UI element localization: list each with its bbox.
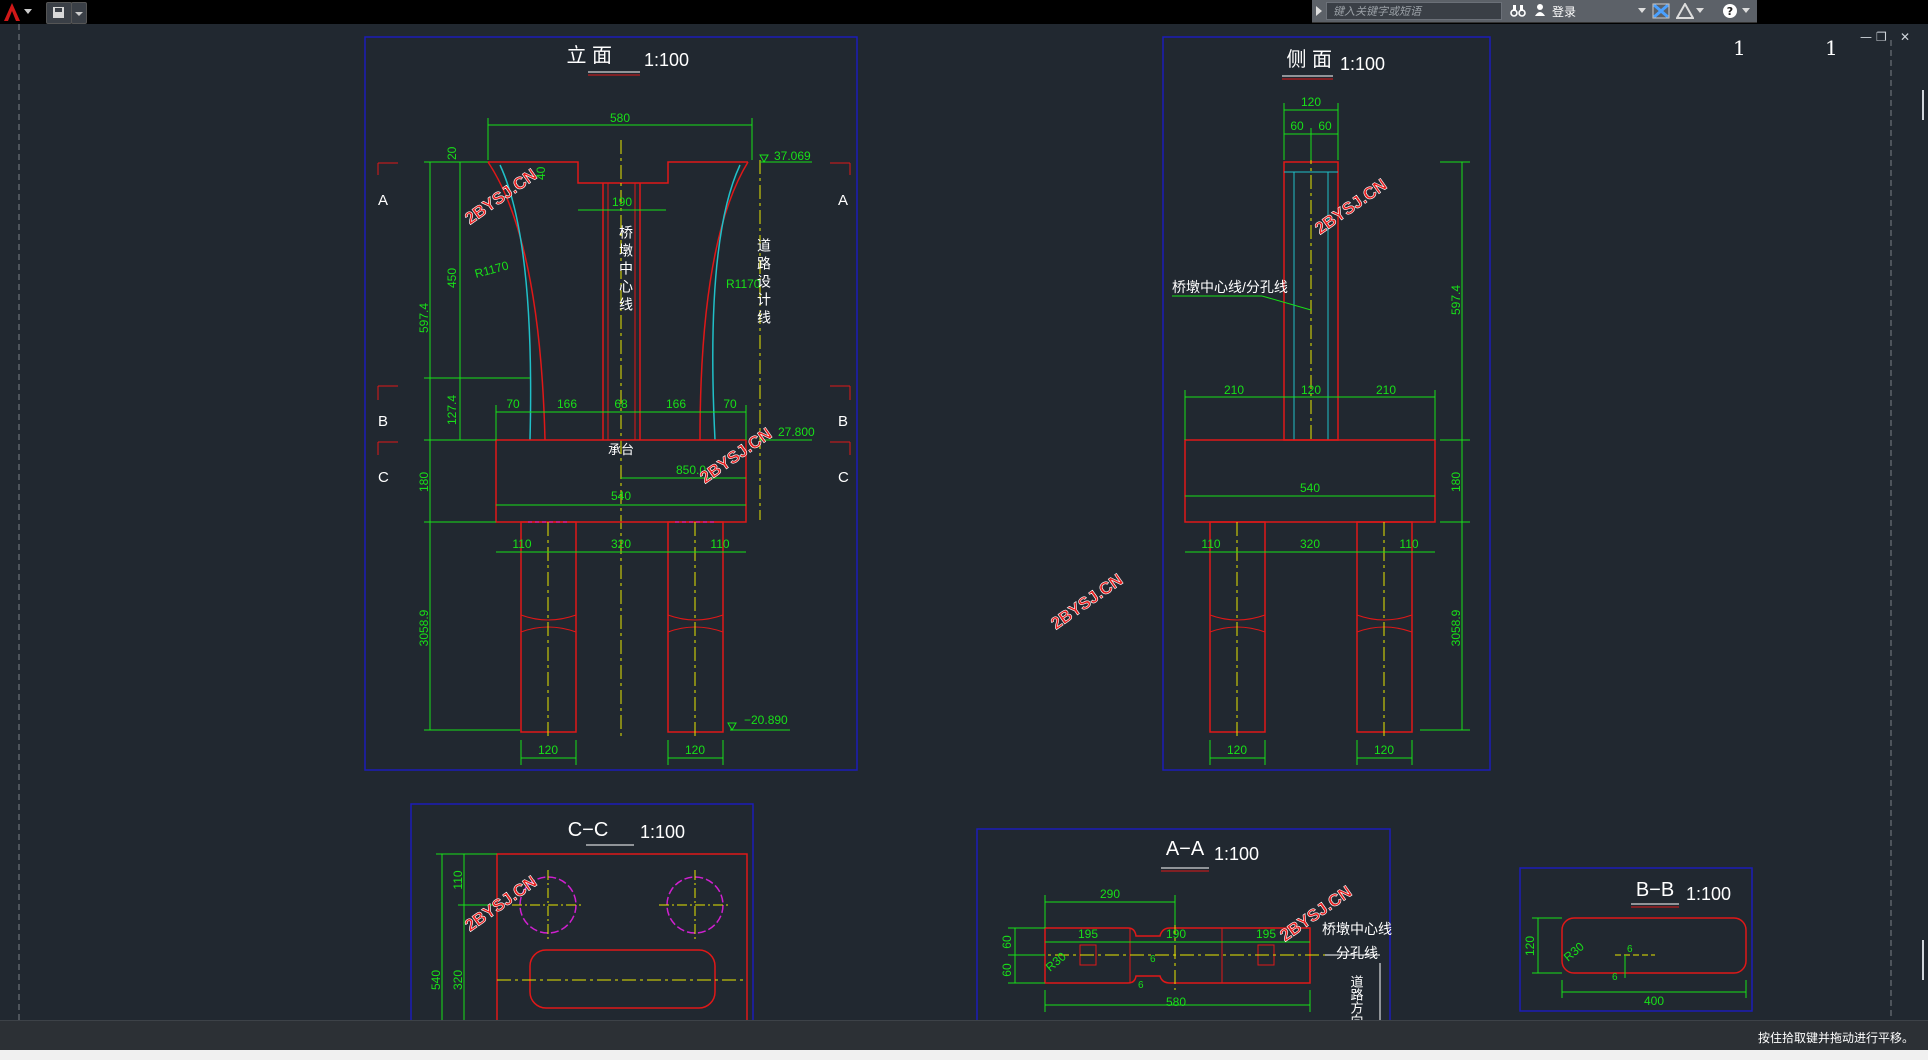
svg-text:540: 540 [611, 489, 631, 503]
svg-text:120: 120 [685, 743, 705, 757]
svg-text:120: 120 [1227, 743, 1247, 757]
aa-center-label: 桥墩中心线 [1322, 921, 1392, 937]
svg-text:70: 70 [723, 397, 737, 411]
section-label-c: C [838, 469, 849, 486]
status-message: 按住拾取键并拖动进行平移。 [1757, 1031, 1914, 1045]
svg-text:597.4: 597.4 [417, 303, 431, 333]
section-label-b: B [378, 413, 388, 430]
aa-span-label: 分孔线 [1336, 945, 1378, 961]
side-left-pile [1209, 521, 1266, 740]
side-center-label: 桥墩中心线/分孔线 [1172, 279, 1288, 295]
svg-text:320: 320 [611, 537, 631, 551]
svg-text:450: 450 [445, 268, 459, 288]
svg-text:210: 210 [1224, 383, 1244, 397]
svg-text:R30: R30 [1043, 949, 1069, 974]
right-pile [667, 521, 724, 740]
svg-text:60: 60 [1318, 119, 1332, 133]
road-line-label: 道路设计线 [756, 238, 772, 328]
svg-text:110: 110 [451, 870, 465, 889]
svg-text:190: 190 [1166, 927, 1186, 941]
elevation-frame [364, 36, 858, 771]
side-title: 侧 面 [1286, 48, 1332, 71]
svg-text:3058.9: 3058.9 [1449, 609, 1463, 646]
watermark-text: 2BYSJ.CN [1047, 570, 1126, 633]
center-line-label: 桥墩中心线 [618, 225, 634, 315]
svg-text:195: 195 [1078, 927, 1098, 941]
svg-text:127.4: 127.4 [445, 395, 459, 425]
status-bar: 按住拾取键并拖动进行平移。 [0, 1020, 1928, 1051]
svg-text:166: 166 [557, 397, 577, 411]
vertical-scrollbar[interactable] [1920, 80, 1926, 1020]
svg-text:190: 190 [612, 195, 632, 209]
svg-text:580: 580 [610, 111, 630, 125]
svg-text:−20.890: −20.890 [744, 713, 788, 727]
svg-text:60: 60 [1000, 963, 1014, 977]
aa-road-label: 道路方向 [1349, 975, 1364, 1020]
section-bb-view: B−B 1:100 120 R30 6 6 400 [1519, 867, 1753, 1012]
pile-cap-label: 承台 [608, 442, 634, 457]
svg-text:120: 120 [1523, 936, 1537, 956]
svg-text:60: 60 [1290, 119, 1304, 133]
svg-text:110: 110 [1399, 537, 1418, 551]
svg-text:166: 166 [666, 397, 686, 411]
svg-text:320: 320 [451, 970, 465, 990]
svg-text:110: 110 [1201, 537, 1220, 551]
svg-text:110: 110 [512, 537, 531, 551]
svg-text:120: 120 [538, 743, 558, 757]
svg-text:110: 110 [710, 537, 729, 551]
elevation-title: 立 面 [566, 44, 612, 67]
watermark-text: 2BYSJ.CN [461, 872, 540, 935]
svg-text:540: 540 [429, 970, 443, 990]
svg-text:540: 540 [1300, 481, 1320, 495]
svg-text:180: 180 [417, 472, 431, 492]
svg-text:R30: R30 [1561, 939, 1587, 964]
watermark-text: 2BYSJ.CN [1311, 175, 1390, 238]
section-label-b: B [838, 413, 848, 430]
elevation-view: 立 面 1:100 580 190 20 40 597.4 450 127.4 … [364, 36, 858, 771]
svg-text:6: 6 [1627, 944, 1633, 955]
svg-text:120: 120 [1301, 95, 1321, 109]
svg-text:290: 290 [1100, 887, 1120, 901]
svg-text:68: 68 [614, 397, 628, 411]
svg-text:70: 70 [506, 397, 520, 411]
svg-text:3058.9: 3058.9 [417, 609, 431, 646]
svg-text:37.069: 37.069 [774, 149, 811, 163]
svg-text:R1170: R1170 [473, 258, 510, 281]
svg-text:195: 195 [1256, 927, 1276, 941]
section-cc-title: C−C [568, 819, 609, 841]
svg-text:210: 210 [1376, 383, 1396, 397]
svg-text:120: 120 [1374, 743, 1394, 757]
section-label-a: A [378, 192, 388, 209]
svg-text:27.800: 27.800 [778, 425, 815, 439]
drawing-canvas[interactable]: 立 面 1:100 580 190 20 40 597.4 450 127.4 … [0, 0, 1928, 1020]
svg-text:60: 60 [1000, 935, 1014, 949]
side-frame [1162, 36, 1491, 771]
section-cc-scale: 1:100 [640, 822, 685, 842]
svg-text:400: 400 [1644, 994, 1664, 1008]
svg-text:580: 580 [1166, 995, 1186, 1009]
section-aa-view: A−A 1:100 290 195 190 195 60 60 580 R30 … [976, 828, 1392, 1020]
left-pile [520, 521, 577, 740]
elevation-scale: 1:100 [644, 50, 689, 70]
side-scale: 1:100 [1340, 54, 1385, 74]
svg-text:180: 180 [1449, 472, 1463, 492]
svg-text:6: 6 [1150, 954, 1156, 965]
section-label-c: C [378, 469, 389, 486]
section-bb-scale: 1:100 [1686, 884, 1731, 904]
section-aa-title: A−A [1166, 838, 1205, 860]
watermark-text: 2BYSJ.CN [461, 165, 540, 228]
bottom-strip [0, 1050, 1928, 1060]
svg-text:6: 6 [1138, 980, 1144, 991]
section-aa-scale: 1:100 [1214, 844, 1259, 864]
svg-text:120: 120 [1301, 383, 1321, 397]
side-view: 侧 面 1:100 120 60 60 597.4 210 120 210 54… [1162, 36, 1491, 771]
svg-text:320: 320 [1300, 537, 1320, 551]
svg-text:20: 20 [445, 146, 459, 160]
section-cc-view: C−C 1:100 110 540 320 [410, 803, 754, 1020]
section-label-a: A [838, 192, 848, 209]
svg-text:6: 6 [1612, 972, 1618, 983]
side-right-pile [1356, 521, 1413, 740]
svg-text:597.4: 597.4 [1449, 285, 1463, 315]
section-bb-title: B−B [1636, 879, 1674, 901]
